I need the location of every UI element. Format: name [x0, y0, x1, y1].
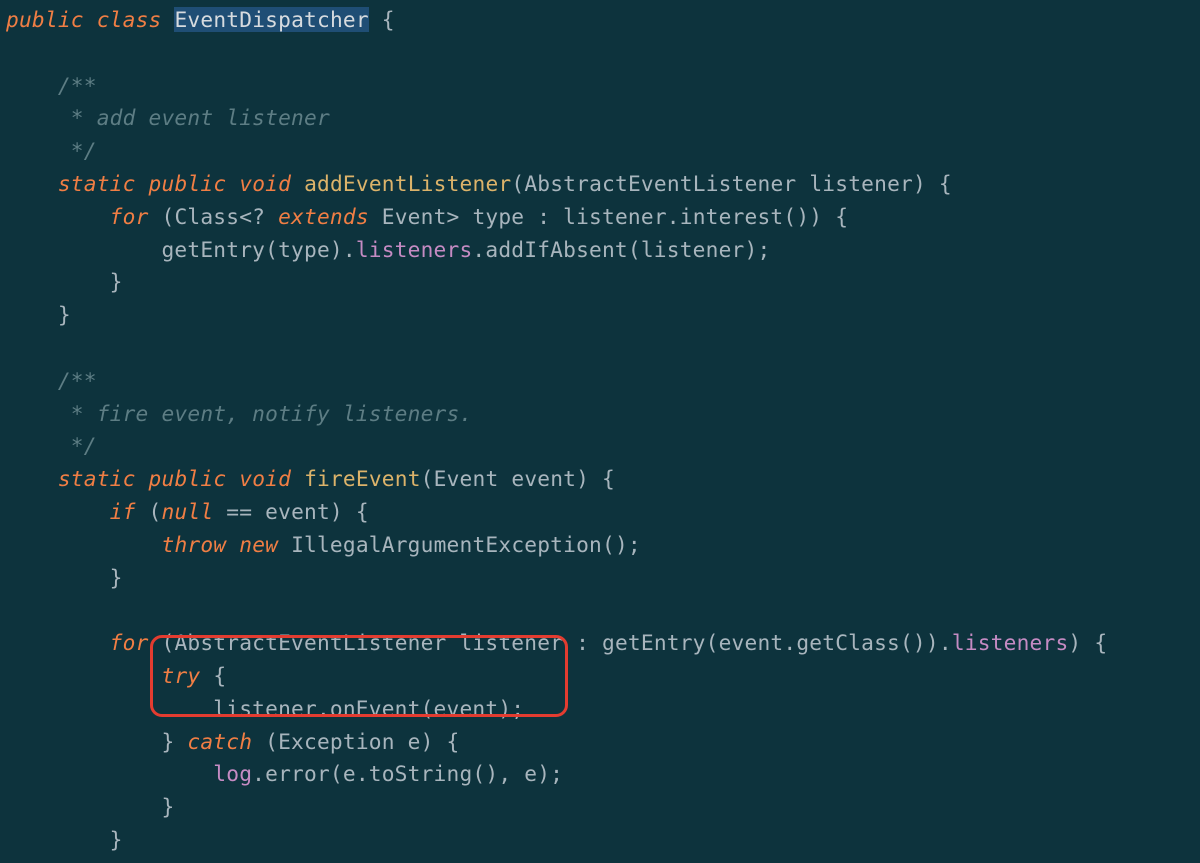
code-line[interactable]: }: [6, 565, 123, 590]
code-block[interactable]: public class EventDispatcher { /** * add…: [0, 0, 1200, 863]
comment: */: [6, 433, 97, 458]
keyword-try: try: [161, 663, 200, 688]
selected-classname[interactable]: EventDispatcher: [174, 7, 368, 32]
code-line[interactable]: try {: [6, 663, 226, 688]
code-editor-viewport[interactable]: public class EventDispatcher { /** * add…: [0, 0, 1200, 863]
keyword-static: static: [58, 171, 136, 196]
code-line[interactable]: throw new IllegalArgumentException();: [6, 532, 641, 557]
code-line[interactable]: }: [6, 269, 123, 294]
code-line[interactable]: }: [6, 827, 123, 852]
code-line[interactable]: static public void fireEvent(Event event…: [6, 466, 615, 491]
keyword-public: public: [149, 171, 227, 196]
code-line[interactable]: static public void addEventListener(Abst…: [6, 171, 952, 196]
code-line[interactable]: } catch (Exception e) {: [6, 729, 459, 754]
code-line[interactable]: * fire event, notify listeners.: [6, 401, 472, 426]
field-listeners: listeners: [952, 630, 1069, 655]
literal-null: null: [162, 499, 214, 524]
comment: */: [6, 138, 97, 163]
code-line[interactable]: listener.onEvent(event);: [6, 696, 524, 721]
keyword-for: for: [110, 630, 149, 655]
code-line[interactable]: * add event listener: [6, 105, 330, 130]
code-line[interactable]: for (AbstractEventListener listener : ge…: [6, 630, 1107, 655]
comment: * fire event, notify listeners.: [6, 401, 472, 426]
keyword-throw: throw: [161, 532, 226, 557]
code-line[interactable]: if (null == event) {: [6, 499, 369, 524]
keyword-void: void: [239, 466, 291, 491]
code-line[interactable]: log.error(e.toString(), e);: [6, 761, 563, 786]
comment: /**: [6, 368, 97, 393]
keyword-for: for: [110, 204, 149, 229]
method-name: addEventListener: [304, 171, 511, 196]
code-line[interactable]: }: [6, 794, 174, 819]
code-line[interactable]: for (Class<? extends Event> type : liste…: [6, 204, 848, 229]
keyword-public: public: [149, 466, 227, 491]
field-log: log: [213, 761, 252, 786]
code-line[interactable]: }: [6, 302, 71, 327]
keyword-if: if: [110, 499, 136, 524]
code-line[interactable]: /**: [6, 73, 97, 98]
keyword-new: new: [239, 532, 278, 557]
comment: /**: [6, 73, 97, 98]
field-listeners: listeners: [356, 237, 473, 262]
keyword-extends: extends: [278, 204, 369, 229]
code-line[interactable]: public class EventDispatcher {: [6, 7, 395, 32]
keyword-catch: catch: [187, 729, 252, 754]
keyword-public: public: [6, 7, 84, 32]
code-line[interactable]: */: [6, 138, 97, 163]
code-line[interactable]: */: [6, 433, 97, 458]
keyword-void: void: [239, 171, 291, 196]
comment: * add event listener: [6, 105, 330, 130]
code-line[interactable]: getEntry(type).listeners.addIfAbsent(lis…: [6, 237, 770, 262]
method-name: fireEvent: [304, 466, 421, 491]
code-line[interactable]: /**: [6, 368, 97, 393]
keyword-class: class: [97, 7, 162, 32]
keyword-static: static: [58, 466, 136, 491]
